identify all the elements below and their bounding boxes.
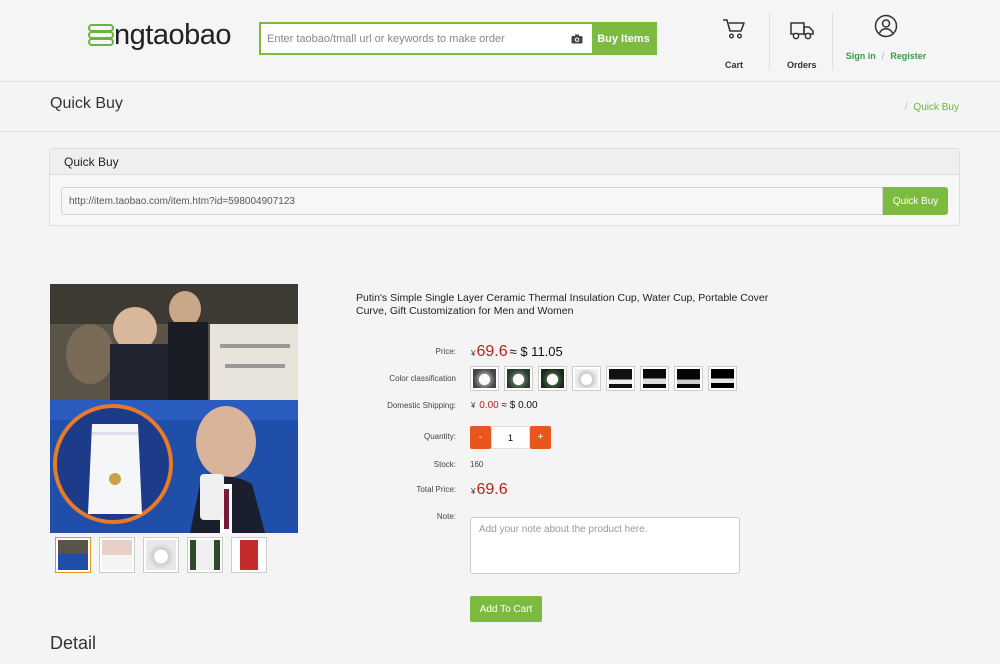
color-swatch[interactable] bbox=[504, 366, 533, 391]
stock-label: Stock: bbox=[433, 460, 456, 469]
color-swatch[interactable] bbox=[470, 366, 499, 391]
panel-title: Quick Buy bbox=[50, 149, 959, 175]
color-swatch[interactable] bbox=[538, 366, 567, 391]
total-price: ¥69.6 bbox=[471, 481, 508, 499]
quantity-stepper: - + bbox=[470, 426, 551, 449]
site-logo[interactable]: ngtaobao bbox=[88, 18, 231, 52]
shipping-value: ¥ 0.00 ≈ $ 0.00 bbox=[471, 400, 538, 411]
page-title-bar: Quick Buy / Quick Buy bbox=[0, 83, 1000, 132]
thumbnail-strip bbox=[55, 537, 267, 573]
note-label: Note: bbox=[436, 512, 456, 521]
register-link[interactable]: Register bbox=[890, 51, 926, 61]
search-input[interactable] bbox=[261, 24, 562, 53]
price-amount: 69.6 bbox=[476, 343, 508, 360]
breadcrumb: / Quick Buy bbox=[905, 102, 959, 113]
cart-link[interactable]: Cart bbox=[723, 14, 745, 70]
logo-text: ngtaobao bbox=[114, 18, 231, 51]
quick-buy-button[interactable]: Quick Buy bbox=[883, 187, 948, 215]
cart-icon bbox=[723, 19, 745, 39]
add-to-cart-button[interactable]: Add To Cart bbox=[470, 596, 542, 622]
thumbnail[interactable] bbox=[187, 537, 223, 573]
total-amount: 69.6 bbox=[476, 481, 508, 498]
stock-value: 160 bbox=[470, 460, 484, 469]
price-label: Price: bbox=[435, 347, 456, 356]
thumbnail[interactable] bbox=[99, 537, 135, 573]
currency-symbol: ¥ bbox=[471, 401, 476, 410]
color-swatch[interactable] bbox=[572, 366, 601, 391]
color-options bbox=[470, 366, 737, 391]
quantity-increment-button[interactable]: + bbox=[530, 426, 551, 449]
currency-symbol: ¥ bbox=[471, 487, 476, 496]
url-input[interactable] bbox=[61, 187, 883, 215]
thumbnail[interactable] bbox=[143, 537, 179, 573]
search-bar: Buy Items bbox=[259, 22, 657, 55]
orders-label: Orders bbox=[787, 60, 817, 70]
product-title: Putin's Simple Single Layer Ceramic Ther… bbox=[356, 292, 769, 317]
buy-items-button[interactable]: Buy Items bbox=[592, 24, 655, 53]
cart-label: Cart bbox=[725, 60, 744, 70]
shipping-label: Domestic Shipping: bbox=[387, 401, 456, 410]
color-swatch[interactable] bbox=[606, 366, 635, 391]
breadcrumb-item[interactable]: Quick Buy bbox=[913, 102, 959, 113]
note-textarea[interactable] bbox=[470, 517, 740, 574]
thumbnail[interactable] bbox=[231, 537, 267, 573]
sign-in-link[interactable]: Sign in bbox=[846, 51, 876, 61]
quick-buy-panel: Quick Buy Quick Buy bbox=[49, 148, 960, 226]
color-swatch[interactable] bbox=[640, 366, 669, 391]
shipping-usd: ≈ $ 0.00 bbox=[501, 400, 538, 411]
color-label: Color classification bbox=[389, 374, 456, 383]
product-main-image[interactable] bbox=[50, 284, 298, 533]
shipping-yen: 0.00 bbox=[479, 400, 499, 411]
camera-icon[interactable] bbox=[562, 24, 592, 53]
price-value: ¥69.6 ≈ $ 11.05 bbox=[471, 343, 563, 361]
quantity-input[interactable] bbox=[491, 426, 530, 449]
quantity-decrement-button[interactable]: - bbox=[470, 426, 491, 449]
divider bbox=[769, 12, 770, 70]
price-usd: ≈ $ 11.05 bbox=[509, 344, 563, 359]
color-swatch[interactable] bbox=[708, 366, 737, 391]
breadcrumb-separator: / bbox=[904, 102, 908, 113]
logo-mark-icon bbox=[88, 22, 116, 48]
color-swatch[interactable] bbox=[674, 366, 703, 391]
page-title: Quick Buy bbox=[50, 95, 123, 112]
currency-symbol: ¥ bbox=[471, 349, 476, 358]
thumbnail[interactable] bbox=[55, 537, 91, 573]
user-icon bbox=[874, 14, 898, 38]
divider bbox=[832, 12, 833, 70]
site-header: ngtaobao Buy Items Cart Orders Sign in /… bbox=[0, 0, 1000, 82]
account-area: Sign in / Register bbox=[840, 14, 932, 61]
orders-link[interactable]: Orders bbox=[787, 14, 817, 70]
separator: / bbox=[881, 51, 885, 61]
total-label: Total Price: bbox=[416, 485, 456, 494]
quantity-label: Quantity: bbox=[423, 432, 456, 441]
detail-heading: Detail bbox=[50, 633, 97, 653]
truck-icon bbox=[790, 22, 814, 40]
